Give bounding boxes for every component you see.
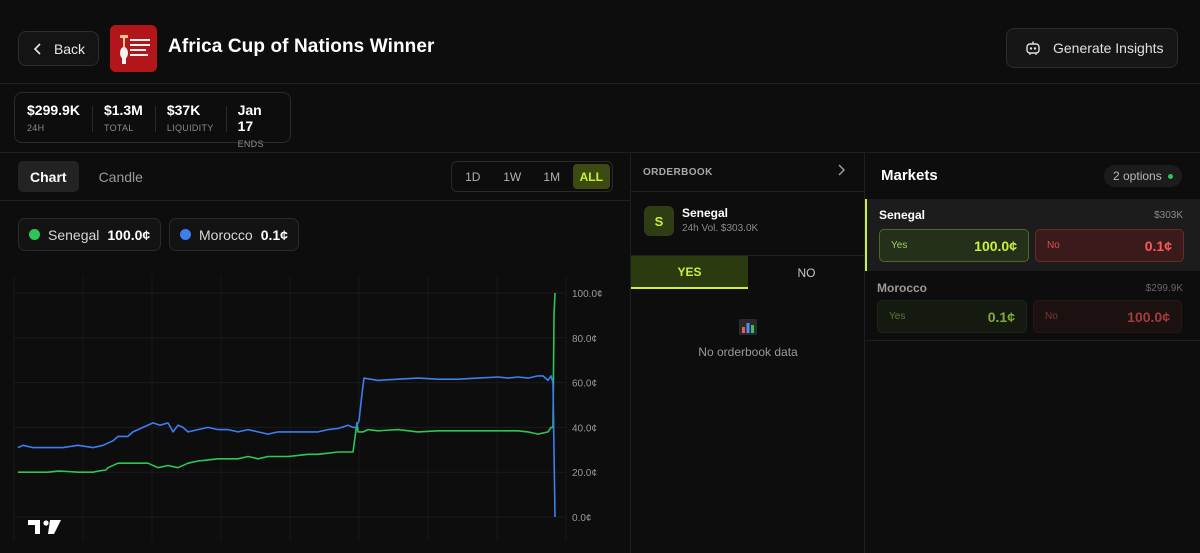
tab-no[interactable]: NO [748, 256, 865, 289]
generate-insights-button[interactable]: Generate Insights [1006, 28, 1178, 68]
y-tick-label: 100.0¢ [572, 289, 603, 300]
divider [0, 200, 630, 201]
market-logo [110, 25, 157, 72]
outcome-volume: 24h Vol. $303.0K [682, 223, 759, 234]
orderbook-panel: ORDERBOOK S Senegal 24h Vol. $303.0K YES… [630, 152, 865, 553]
stat-label: 24H [27, 123, 45, 133]
yes-label: Yes [889, 311, 906, 322]
legend-morocco[interactable]: Morocco 0.1¢ [169, 218, 299, 251]
yes-price: 0.1¢ [987, 308, 1015, 325]
bar-chart-icon [739, 319, 757, 335]
series-line-morocco [17, 375, 556, 518]
stat-total: $1.3M TOTAL [91, 93, 155, 142]
stat-24h: $299.9K 24H [15, 93, 92, 142]
chart-panel: Chart Candle 1D 1W 1M ALL Senegal 100.0¢… [0, 152, 630, 553]
time-range-selector: 1D 1W 1M ALL [451, 161, 613, 192]
y-tick-label: 20.0¢ [572, 468, 597, 479]
series-lines [17, 292, 556, 518]
chevron-left-icon [33, 42, 41, 55]
buy-yes-button[interactable]: Yes 100.0¢ [879, 229, 1029, 262]
range-1m[interactable]: 1M [533, 164, 571, 189]
chart-view-tabs: Chart Candle [18, 161, 155, 192]
orderbook-side-tabs: YES NO [631, 255, 865, 289]
y-tick-label: 60.0¢ [572, 379, 597, 390]
outcome-avatar: S [644, 206, 674, 236]
tab-yes[interactable]: YES [631, 256, 748, 289]
back-button[interactable]: Back [18, 31, 99, 66]
stat-value: $1.3M [103, 102, 143, 118]
robot-icon [1026, 41, 1040, 55]
buy-yes-button[interactable]: Yes 0.1¢ [877, 300, 1027, 333]
no-label: No [1047, 240, 1060, 251]
no-price: 0.1¢ [1144, 237, 1172, 254]
stat-value: Jan 17 [237, 102, 262, 134]
stat-value: $37K [166, 102, 201, 118]
legend-value: 100.0¢ [107, 226, 151, 243]
buy-no-button[interactable]: No 0.1¢ [1035, 229, 1184, 262]
legend-name: Morocco [199, 226, 253, 243]
y-axis-ticks: 100.0¢ 80.0¢ 60.0¢ 40.0¢ 20.0¢ 0.0¢ [572, 289, 603, 524]
market-volume: $303K [1154, 210, 1183, 221]
buy-no-button[interactable]: No 100.0¢ [1033, 300, 1182, 333]
divider [631, 191, 865, 192]
page-header: Back Africa Cup of Nations Winner Genera… [0, 0, 1200, 84]
generate-insights-label: Generate Insights [1053, 40, 1164, 56]
stat-liquidity: $37K LIQUIDITY [154, 93, 226, 142]
legend-name: Senegal [48, 226, 100, 243]
price-chart[interactable]: 100.0¢ 80.0¢ 60.0¢ 40.0¢ 20.0¢ 0.0¢ [0, 271, 630, 553]
stat-ends: Jan 17 ENDS [225, 93, 290, 149]
outcome-name: Senegal [682, 206, 729, 220]
y-tick-label: 40.0¢ [572, 423, 597, 434]
tradingview-logo-icon [28, 520, 61, 534]
orderbook-title: ORDERBOOK [643, 167, 713, 178]
yes-label: Yes [891, 240, 908, 251]
range-all[interactable]: ALL [572, 164, 610, 189]
market-name: Senegal [879, 208, 926, 222]
market-stats: $299.9K 24H $1.3M TOTAL $37K LIQUIDITY J… [14, 92, 291, 149]
legend-value: 0.1¢ [260, 226, 288, 243]
range-1d[interactable]: 1D [454, 164, 492, 189]
legend-senegal[interactable]: Senegal 100.0¢ [18, 218, 162, 251]
markets-panel: Markets 2 options Senegal $303K Yes 100.… [864, 152, 1200, 553]
market-row-senegal[interactable]: Senegal $303K Yes 100.0¢ No 0.1¢ [865, 199, 1200, 271]
status-dot-icon [1167, 173, 1173, 179]
market-page: Back Africa Cup of Nations Winner Genera… [0, 0, 1200, 553]
page-title: Africa Cup of Nations Winner [168, 36, 435, 57]
market-name: Morocco [877, 281, 928, 295]
yes-price: 100.0¢ [974, 237, 1017, 254]
back-label: Back [53, 40, 86, 57]
options-count-badge: 2 options [1104, 165, 1182, 187]
y-tick-label: 80.0¢ [572, 334, 597, 345]
market-volume: $299.9K [1145, 283, 1183, 294]
range-1w[interactable]: 1W [494, 164, 532, 189]
market-row-morocco[interactable]: Morocco $299.9K Yes 0.1¢ No 100.0¢ [865, 271, 1200, 341]
orderbook-empty-message: No orderbook data [698, 345, 798, 359]
morocco-color-dot [180, 229, 191, 240]
no-price: 100.0¢ [1127, 308, 1170, 325]
chart-grid [13, 276, 567, 541]
chevron-right-icon[interactable] [836, 164, 846, 179]
senegal-color-dot [29, 229, 40, 240]
options-count-label: 2 options [1113, 169, 1162, 183]
tab-candle[interactable]: Candle [87, 161, 155, 192]
y-tick-label: 0.0¢ [572, 513, 591, 524]
stat-label: TOTAL [103, 123, 134, 133]
stat-label: LIQUIDITY [166, 123, 214, 133]
stat-value: $299.9K [27, 102, 80, 118]
markets-title: Markets [881, 167, 938, 184]
tab-chart[interactable]: Chart [18, 161, 79, 192]
no-label: No [1045, 311, 1058, 322]
stat-label: ENDS [237, 139, 264, 149]
